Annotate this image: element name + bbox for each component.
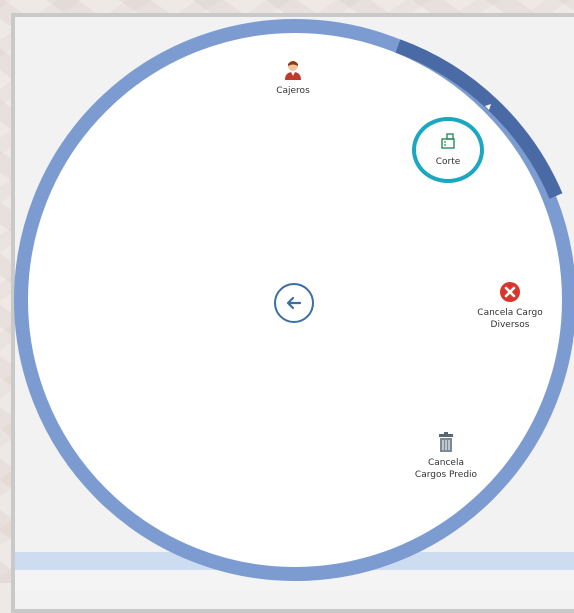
menu-item-label: Corte xyxy=(435,157,461,167)
menu-item-label: Cancela Cargo Diversos xyxy=(477,308,543,330)
menu-item-label: Cajeros xyxy=(276,86,310,96)
back-arrow-icon xyxy=(286,296,302,310)
menu-item-corte[interactable]: Corte xyxy=(393,129,503,168)
menu-item-cancela-cargo-diversos[interactable]: Cancela Cargo Diversos xyxy=(455,280,565,331)
menu-item-cancela-cargos-predio[interactable]: Cancela Cargos Predio xyxy=(391,430,501,481)
menu-item-label: Cancela Cargos Predio xyxy=(414,458,478,480)
cancel-x-icon xyxy=(500,282,520,302)
cashier-person-icon xyxy=(285,61,301,80)
cash-register-icon xyxy=(441,133,455,149)
trash-can-icon xyxy=(439,432,453,452)
back-button[interactable] xyxy=(274,283,314,323)
menu-item-cajeros[interactable]: Cajeros xyxy=(238,58,348,97)
